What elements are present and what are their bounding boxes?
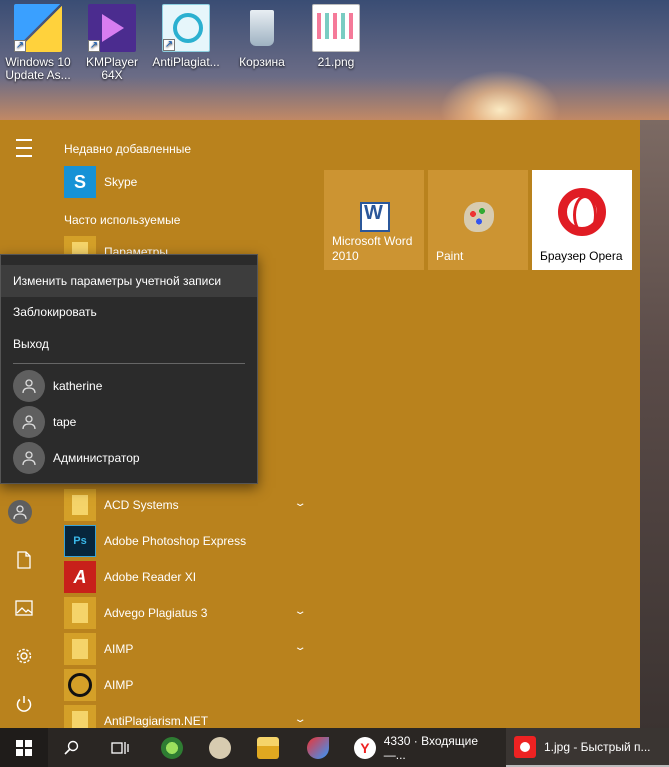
adobe-reader-icon [64, 561, 96, 593]
user-name: katherine [53, 379, 103, 393]
tile-paint[interactable]: Paint [428, 170, 528, 270]
taskbar-app-label: 4330 · Входящие —... [383, 733, 479, 762]
hamburger-menu-button[interactable] [0, 128, 48, 168]
taskbar-app-screenshot[interactable]: 1.jpg - Быстрый п... [506, 728, 669, 767]
app-label: Adobe Photoshop Express [104, 534, 247, 548]
user-avatar-icon [13, 406, 45, 438]
user-katherine[interactable]: katherine [13, 369, 102, 403]
account-popup: Изменить параметры учетной записи Заблок… [0, 254, 258, 484]
android-icon [161, 736, 183, 759]
folder-icon [64, 597, 96, 629]
desktop-icon-kmplayer[interactable]: ↗ KMPlayer 64X [74, 4, 150, 82]
tile-label: Microsoft Word 2010 [332, 234, 413, 263]
list-item-skype[interactable]: Skype [64, 165, 312, 199]
list-item-advego[interactable]: Advego Plagiatus 3 ⌄ [64, 596, 312, 630]
user-name: tape [53, 415, 77, 429]
user-avatar-icon [13, 442, 45, 474]
aimp-icon [64, 669, 96, 701]
change-account-settings-item[interactable]: Изменить параметры учетной записи [1, 265, 257, 297]
recycle-bin-icon [238, 4, 286, 52]
desktop-icon-label: Корзина [239, 55, 285, 69]
kmplayer-icon: ↗ [88, 4, 136, 52]
brush-icon [307, 736, 329, 759]
image-file-icon [312, 4, 360, 52]
taskbar-app-painter[interactable] [296, 728, 340, 767]
search-button[interactable] [52, 728, 92, 767]
list-item-acd-systems[interactable]: ACD Systems ⌄ [64, 488, 312, 522]
app-label: Adobe Reader XI [104, 570, 197, 584]
app-label: AntiPlagiarism.NET [104, 714, 209, 728]
paint-icon [464, 202, 494, 232]
tile-opera[interactable]: Браузер Opera [532, 170, 632, 270]
gear-icon [16, 648, 32, 664]
task-view-icon [111, 741, 129, 754]
pictures-button[interactable] [0, 588, 48, 628]
tile-label: Браузер Opera [540, 249, 623, 263]
app-label: ACD Systems [104, 498, 179, 512]
user-name: Администратор [53, 451, 140, 465]
user-avatar-icon [13, 370, 45, 402]
chevron-down-icon: ⌄ [293, 642, 307, 653]
list-item-adobe-reader[interactable]: Adobe Reader XI [64, 560, 312, 594]
windows-update-icon: ↗ [14, 4, 62, 52]
user-tape[interactable]: tape [13, 405, 76, 439]
frequent-header: Часто используемые [64, 213, 181, 227]
recent-header: Недавно добавленные [64, 142, 192, 156]
desktop-icon-label: AntiPlagiat... [152, 55, 220, 69]
desktop-icon-21png[interactable]: 21.png [298, 4, 374, 69]
chevron-down-icon: ⌄ [293, 714, 307, 725]
documents-button[interactable] [0, 540, 48, 580]
tile-label: Paint [436, 249, 464, 263]
list-item-aimp-folder[interactable]: AIMP ⌄ [64, 632, 312, 666]
windows-logo-icon [16, 739, 32, 756]
desktop-icon-label: Windows 10 Update As... [5, 55, 71, 82]
photoshop-express-icon [64, 525, 96, 557]
app-label: Skype [104, 175, 138, 189]
power-button[interactable] [0, 684, 48, 724]
desktop-icon-label: 21.png [317, 55, 355, 69]
desktop-icon-recycle-bin[interactable]: Корзина [224, 4, 300, 69]
power-icon [16, 696, 32, 712]
skype-icon [64, 166, 96, 198]
desktop-icon-label: KMPlayer 64X [85, 55, 138, 82]
chevron-down-icon: ⌄ [293, 498, 307, 509]
app-label: AIMP [104, 642, 134, 656]
paint-icon [209, 736, 231, 759]
list-item-aimp[interactable]: AIMP [64, 668, 312, 702]
desktop-icon-windows-update[interactable]: ↗ Windows 10 Update As... [0, 4, 76, 82]
taskbar-app-paint[interactable] [198, 728, 242, 767]
folder-icon [64, 489, 96, 521]
desktop-icon-antiplagiat[interactable]: ↗ AntiPlagiat... [148, 4, 224, 69]
start-button[interactable] [0, 728, 48, 767]
antiplagiat-icon: ↗ [162, 4, 210, 52]
yandex-browser-icon: Y [354, 736, 376, 759]
opera-icon [558, 188, 606, 236]
lock-item[interactable]: Заблокировать [1, 296, 257, 328]
chevron-down-icon: ⌄ [293, 606, 307, 617]
taskbar-app-bluestacks[interactable] [150, 728, 194, 767]
settings-button[interactable] [0, 636, 48, 676]
list-item-photoshop-express[interactable]: Adobe Photoshop Express [64, 524, 312, 558]
screenshot-tool-icon [514, 735, 536, 758]
picture-icon [15, 600, 33, 616]
app-label: Advego Plagiatus 3 [104, 606, 208, 620]
sign-out-item[interactable]: Выход [1, 328, 257, 360]
user-avatar-icon [8, 500, 32, 524]
document-icon [17, 551, 31, 569]
taskbar: Y 4330 · Входящие —... 1.jpg - Быстрый п… [0, 728, 669, 767]
account-button[interactable] [0, 492, 48, 532]
app-label: AIMP [104, 678, 134, 692]
word-icon [360, 202, 390, 232]
folder-icon [64, 633, 96, 665]
taskbar-app-explorer[interactable] [246, 728, 290, 767]
taskbar-app-yandex[interactable]: Y 4330 · Входящие —... [346, 728, 502, 767]
user-administrator[interactable]: Администратор [13, 441, 140, 475]
task-view-button[interactable] [98, 728, 142, 767]
search-icon [64, 740, 79, 755]
divider [13, 363, 245, 364]
taskbar-app-label: 1.jpg - Быстрый п... [544, 739, 651, 754]
folder-icon [257, 736, 279, 759]
tile-word[interactable]: Microsoft Word 2010 [324, 170, 424, 270]
